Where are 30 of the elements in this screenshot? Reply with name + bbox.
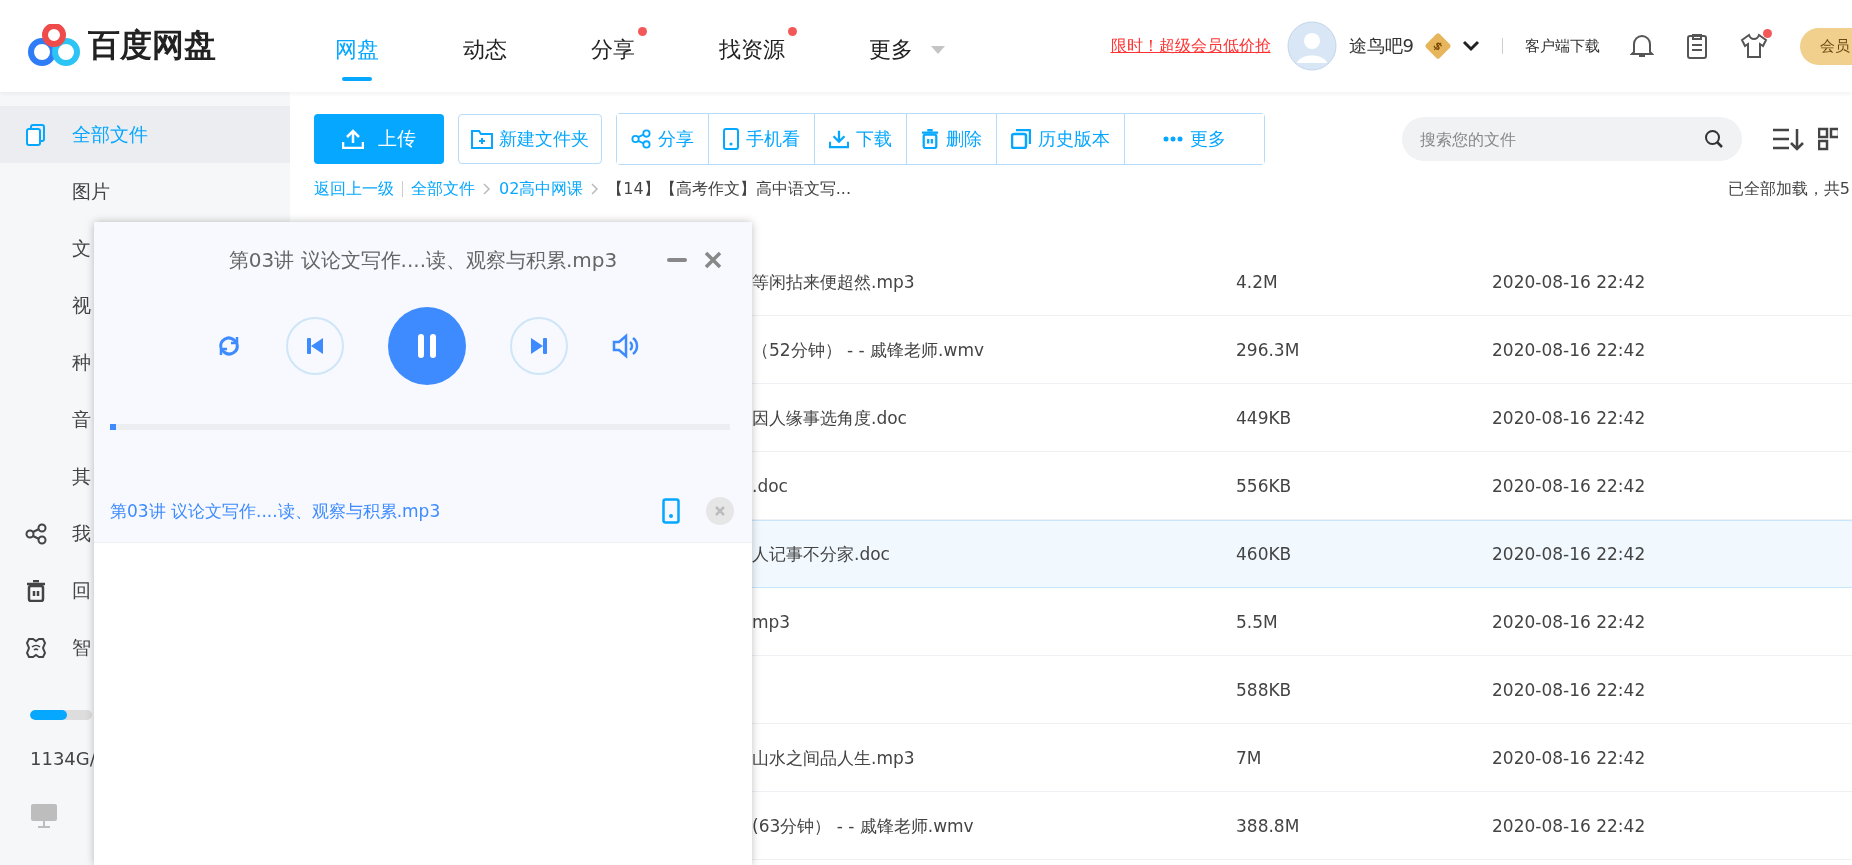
file-date: 2020-08-16 22:42: [1492, 748, 1646, 768]
file-date: 2020-08-16 22:42: [1492, 272, 1646, 292]
file-date: 2020-08-16 22:42: [1492, 816, 1646, 836]
file-size: 460KB: [1236, 544, 1293, 564]
vip-badge: $: [1424, 32, 1452, 60]
file-size: 588KB: [1236, 680, 1293, 700]
file-name: 因人缘事选角度.doc: [752, 407, 907, 428]
file-date: 2020-08-16 22:42: [1492, 544, 1646, 564]
file-size: 449KB: [1236, 408, 1293, 428]
storage-text: 1134G/: [30, 748, 97, 769]
file-name: mp3: [752, 612, 791, 632]
file-name: （52分钟） - - 戚锋老师.wmv: [752, 339, 985, 360]
file-date: 2020-08-16 22:42: [1492, 612, 1646, 632]
logo-text: 百度网盘: [88, 25, 216, 66]
file-name: (63分钟） - - 戚锋老师.wmv: [752, 815, 974, 836]
file-size: 7M: [1236, 748, 1263, 768]
file-size: 296.3M: [1236, 340, 1301, 360]
file-name: .doc: [752, 476, 788, 496]
file-size: 388.8M: [1236, 816, 1301, 836]
file-name: 人记事不分家.doc: [752, 543, 890, 564]
file-date: 2020-08-16 22:42: [1492, 408, 1646, 428]
file-date: 2020-08-16 22:42: [1492, 340, 1646, 360]
file-size: 5.5M: [1236, 612, 1279, 632]
file-size: 4.2M: [1236, 272, 1279, 292]
file-name: 山水之间品人生.mp3: [752, 747, 915, 768]
file-size: 556KB: [1236, 476, 1293, 496]
load-status: 已全部加载，共5: [1727, 178, 1850, 200]
file-date: 2020-08-16 22:42: [1492, 476, 1646, 496]
file-date: 2020-08-16 22:42: [1492, 680, 1646, 700]
file-name: 等闲拈来便超然.mp3: [752, 271, 915, 292]
